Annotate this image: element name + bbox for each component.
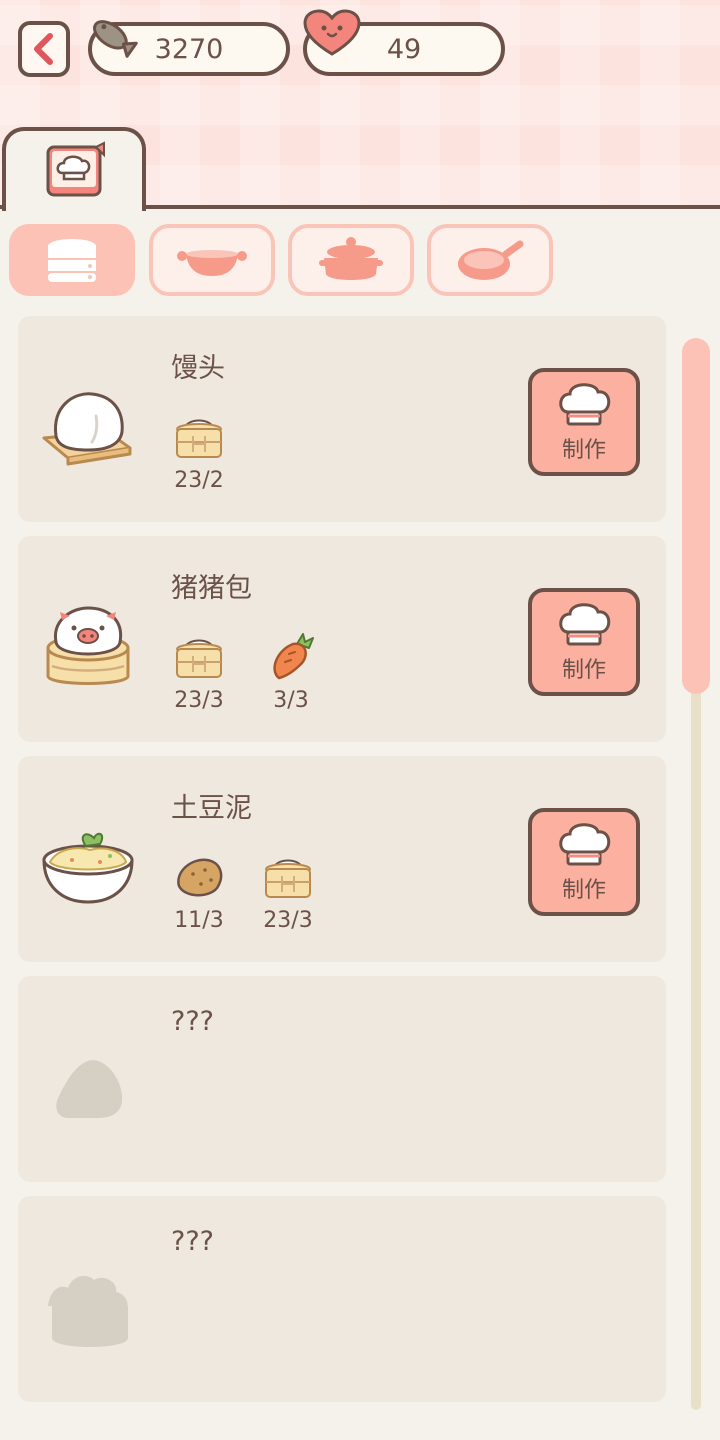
ingredient-count: 11/3 bbox=[174, 908, 224, 933]
heart-icon bbox=[303, 9, 361, 56]
ingredient-carrot: 3/3 bbox=[256, 632, 326, 713]
ingredient-flour: 23/2 bbox=[164, 412, 234, 493]
dish-name: ??? bbox=[171, 1006, 214, 1037]
chef-hat-icon bbox=[559, 383, 611, 426]
flour-steamer-icon bbox=[176, 419, 222, 458]
chevron-left-icon bbox=[34, 33, 53, 65]
make-button-label: 制作 bbox=[561, 878, 606, 903]
recipe-card: 馒头 23/2 制作 bbox=[18, 316, 666, 522]
wok-icon bbox=[177, 250, 247, 276]
tab-pot[interactable] bbox=[288, 224, 414, 296]
recipe-card-locked: ??? bbox=[18, 976, 666, 1182]
recipe-card: 猪猪包 23/3 3/3 制作 bbox=[18, 536, 666, 742]
dish-name: 土豆泥 bbox=[171, 793, 252, 824]
locked-dish-icon bbox=[48, 1275, 128, 1347]
ingredient-count: 23/2 bbox=[174, 468, 224, 493]
tab-frying-pan[interactable] bbox=[427, 224, 553, 296]
ingredient-flour: 23/3 bbox=[164, 632, 234, 713]
locked-dish-icon bbox=[56, 1060, 123, 1118]
pot-icon bbox=[319, 237, 383, 280]
ingredient-count: 23/3 bbox=[263, 908, 313, 933]
flour-steamer-icon bbox=[265, 859, 311, 898]
carrot-icon bbox=[273, 633, 314, 680]
ingredient-count: 3/3 bbox=[273, 688, 309, 713]
back-button[interactable] bbox=[18, 21, 70, 77]
make-button[interactable]: 制作 bbox=[528, 588, 640, 696]
recipe-card-locked: ??? bbox=[18, 1196, 666, 1402]
chef-hat-icon bbox=[559, 603, 611, 646]
pig-bun-icon bbox=[46, 606, 130, 685]
steamer-icon bbox=[48, 239, 96, 282]
potato-icon bbox=[177, 858, 223, 897]
dish-name: 馒头 bbox=[171, 353, 225, 384]
chef-hat-icon bbox=[559, 823, 611, 866]
recipe-book-tab[interactable] bbox=[2, 127, 146, 211]
make-button-label: 制作 bbox=[561, 438, 606, 463]
make-button-label: 制作 bbox=[561, 658, 606, 683]
make-button[interactable]: 制作 bbox=[528, 368, 640, 476]
scrollbar-thumb[interactable] bbox=[682, 338, 710, 694]
fish-count: 3270 bbox=[154, 33, 224, 65]
mashed-potato-icon bbox=[42, 832, 134, 904]
frying-pan-icon bbox=[458, 240, 524, 280]
dish-name: 猪猪包 bbox=[171, 573, 252, 604]
tab-steamer[interactable] bbox=[9, 224, 135, 296]
heart-count: 49 bbox=[386, 33, 422, 65]
mantou-icon bbox=[42, 392, 132, 466]
ingredient-count: 23/3 bbox=[174, 688, 224, 713]
make-button[interactable]: 制作 bbox=[528, 808, 640, 916]
tab-wok[interactable] bbox=[149, 224, 275, 296]
flour-steamer-icon bbox=[176, 639, 222, 678]
ingredient-potato: 11/3 bbox=[164, 852, 234, 933]
dish-name: ??? bbox=[171, 1226, 214, 1257]
recipe-card: 土豆泥 11/3 23/3 制作 bbox=[18, 756, 666, 962]
recipe-book-icon bbox=[46, 141, 105, 197]
fish-icon bbox=[93, 20, 138, 58]
ingredient-flour: 23/3 bbox=[253, 852, 323, 933]
